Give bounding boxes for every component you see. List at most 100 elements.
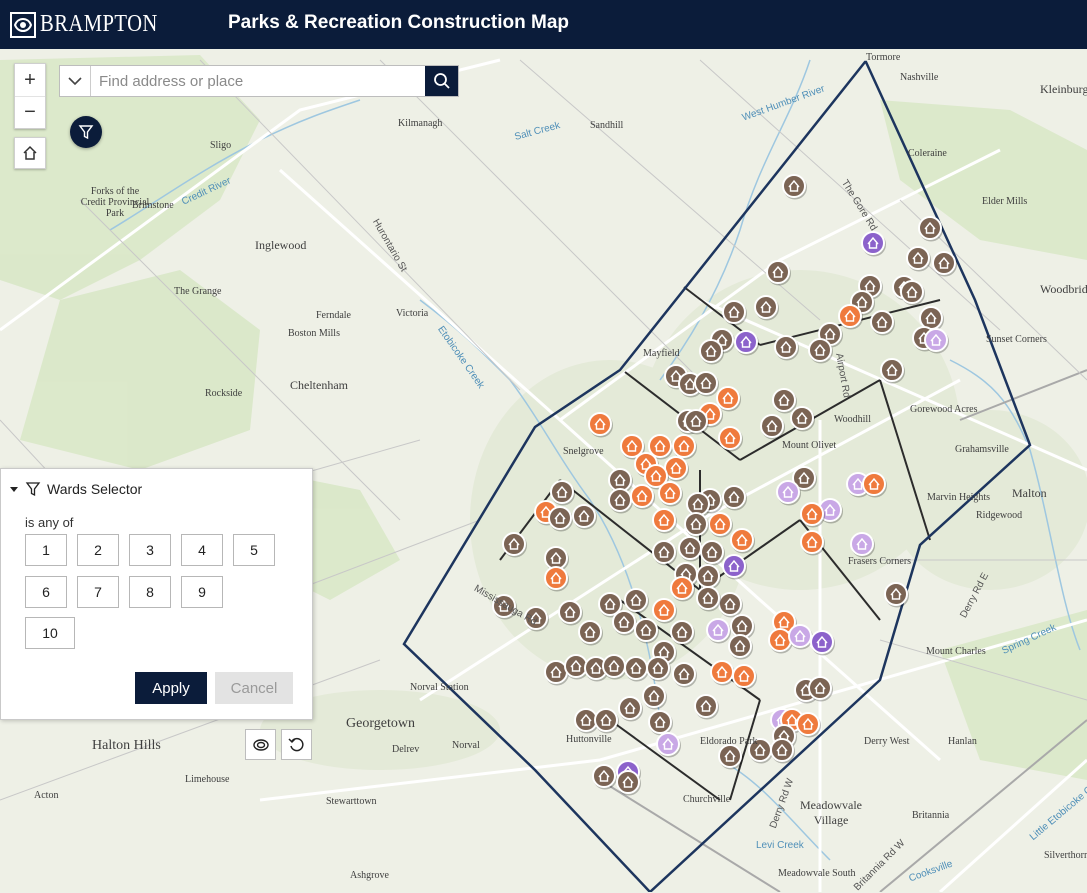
construction-marker[interactable] bbox=[670, 576, 695, 602]
construction-marker[interactable] bbox=[718, 592, 743, 618]
ward-button-1[interactable]: 1 bbox=[25, 534, 67, 566]
cancel-button[interactable]: Cancel bbox=[215, 672, 293, 704]
construction-marker[interactable] bbox=[658, 481, 683, 507]
construction-marker[interactable] bbox=[790, 406, 815, 432]
construction-marker[interactable] bbox=[624, 588, 649, 614]
construction-marker[interactable] bbox=[861, 231, 886, 257]
construction-marker[interactable] bbox=[708, 512, 733, 538]
construction-marker[interactable] bbox=[652, 598, 677, 624]
construction-marker[interactable] bbox=[754, 295, 779, 321]
construction-marker[interactable] bbox=[588, 412, 613, 438]
caret-down-icon[interactable] bbox=[9, 484, 19, 494]
construction-marker[interactable] bbox=[932, 251, 957, 277]
construction-marker[interactable] bbox=[648, 710, 673, 736]
construction-marker[interactable] bbox=[870, 310, 895, 336]
construction-marker[interactable] bbox=[684, 409, 709, 435]
construction-marker[interactable] bbox=[672, 662, 697, 688]
construction-marker[interactable] bbox=[776, 480, 801, 506]
construction-marker[interactable] bbox=[550, 480, 575, 506]
construction-marker[interactable] bbox=[694, 371, 719, 397]
construction-marker[interactable] bbox=[800, 502, 825, 528]
construction-marker[interactable] bbox=[862, 472, 887, 498]
ward-button-5[interactable]: 5 bbox=[233, 534, 275, 566]
construction-marker[interactable] bbox=[642, 684, 667, 710]
construction-marker[interactable] bbox=[670, 620, 695, 646]
construction-marker[interactable] bbox=[706, 618, 731, 644]
construction-marker[interactable] bbox=[774, 335, 799, 361]
construction-marker[interactable] bbox=[716, 386, 741, 412]
construction-marker[interactable] bbox=[810, 630, 835, 656]
ward-button-7[interactable]: 7 bbox=[77, 576, 119, 608]
search-source-dropdown[interactable] bbox=[60, 66, 91, 96]
construction-marker[interactable] bbox=[796, 712, 821, 738]
construction-marker[interactable] bbox=[616, 770, 641, 796]
construction-marker[interactable] bbox=[770, 738, 795, 764]
construction-marker[interactable] bbox=[612, 610, 637, 636]
construction-marker[interactable] bbox=[652, 508, 677, 534]
construction-marker[interactable] bbox=[656, 732, 681, 758]
construction-marker[interactable] bbox=[608, 488, 633, 514]
ward-button-3[interactable]: 3 bbox=[129, 534, 171, 566]
construction-marker[interactable] bbox=[918, 216, 943, 242]
reset-button[interactable] bbox=[281, 729, 312, 760]
construction-marker[interactable] bbox=[732, 664, 757, 690]
construction-marker[interactable] bbox=[684, 512, 709, 538]
ward-button-10[interactable]: 10 bbox=[25, 617, 75, 649]
construction-marker[interactable] bbox=[734, 330, 759, 356]
construction-marker[interactable] bbox=[850, 532, 875, 558]
filter-button[interactable] bbox=[70, 116, 102, 148]
construction-marker[interactable] bbox=[722, 554, 747, 580]
construction-marker[interactable] bbox=[760, 414, 785, 440]
search-button[interactable] bbox=[425, 66, 458, 96]
construction-marker[interactable] bbox=[646, 656, 671, 682]
construction-marker[interactable] bbox=[710, 660, 735, 686]
ward-button-9[interactable]: 9 bbox=[181, 576, 223, 608]
construction-marker[interactable] bbox=[838, 304, 863, 330]
construction-marker[interactable] bbox=[718, 426, 743, 452]
zoom-in-button[interactable]: + bbox=[15, 64, 45, 96]
construction-marker[interactable] bbox=[558, 600, 583, 626]
construction-marker[interactable] bbox=[800, 530, 825, 556]
construction-marker[interactable] bbox=[630, 484, 655, 510]
ward-button-6[interactable]: 6 bbox=[25, 576, 67, 608]
construction-marker[interactable] bbox=[718, 744, 743, 770]
layers-button[interactable] bbox=[245, 729, 276, 760]
construction-marker[interactable] bbox=[722, 485, 747, 511]
ward-button-2[interactable]: 2 bbox=[77, 534, 119, 566]
construction-marker[interactable] bbox=[624, 656, 649, 682]
construction-marker[interactable] bbox=[696, 564, 721, 590]
construction-marker[interactable] bbox=[572, 504, 597, 530]
construction-marker[interactable] bbox=[672, 434, 697, 460]
construction-marker[interactable] bbox=[634, 618, 659, 644]
construction-marker[interactable] bbox=[924, 328, 949, 354]
construction-marker[interactable] bbox=[900, 280, 925, 306]
panel-header[interactable]: Wards Selector bbox=[1, 469, 312, 509]
construction-marker[interactable] bbox=[699, 339, 724, 365]
construction-marker[interactable] bbox=[544, 566, 569, 592]
construction-marker[interactable] bbox=[618, 696, 643, 722]
ward-button-4[interactable]: 4 bbox=[181, 534, 223, 566]
construction-marker[interactable] bbox=[730, 528, 755, 554]
construction-marker[interactable] bbox=[502, 532, 527, 558]
construction-marker[interactable] bbox=[766, 260, 791, 286]
construction-marker[interactable] bbox=[652, 540, 677, 566]
construction-marker[interactable] bbox=[592, 764, 617, 790]
construction-marker[interactable] bbox=[782, 174, 807, 200]
construction-marker[interactable] bbox=[788, 624, 813, 650]
construction-marker[interactable] bbox=[696, 586, 721, 612]
construction-marker[interactable] bbox=[694, 694, 719, 720]
construction-marker[interactable] bbox=[808, 676, 833, 702]
construction-marker[interactable] bbox=[548, 506, 573, 532]
construction-marker[interactable] bbox=[602, 654, 627, 680]
construction-marker[interactable] bbox=[884, 582, 909, 608]
construction-marker[interactable] bbox=[594, 708, 619, 734]
search-input[interactable] bbox=[91, 66, 425, 96]
construction-marker[interactable] bbox=[578, 620, 603, 646]
brand[interactable]: BRAMPTON bbox=[10, 0, 177, 49]
construction-marker[interactable] bbox=[808, 338, 833, 364]
zoom-out-button[interactable]: − bbox=[15, 96, 45, 128]
construction-marker[interactable] bbox=[678, 536, 703, 562]
home-button[interactable] bbox=[14, 137, 46, 169]
construction-marker[interactable] bbox=[700, 540, 725, 566]
apply-button[interactable]: Apply bbox=[135, 672, 207, 704]
